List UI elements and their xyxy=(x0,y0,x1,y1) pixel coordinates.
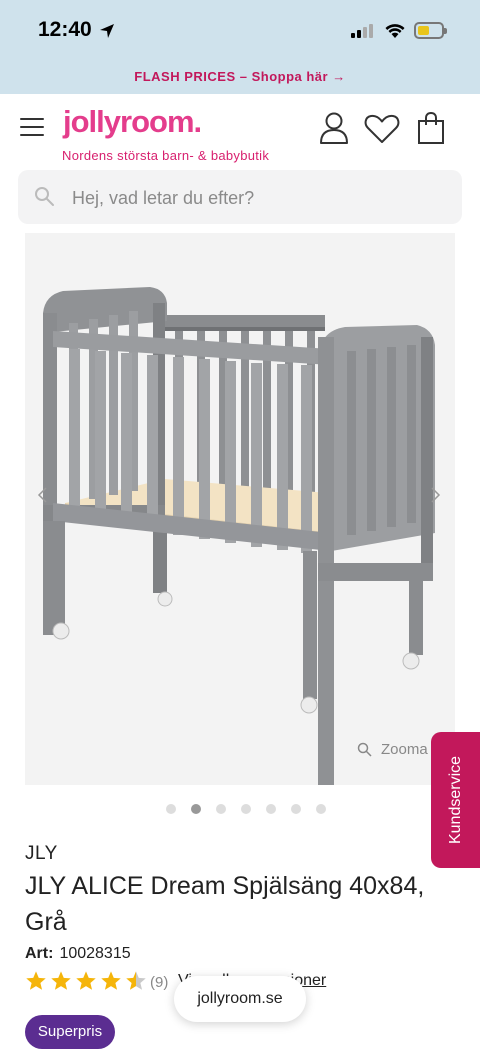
star-half-icon xyxy=(126,971,146,990)
user-account-icon[interactable] xyxy=(319,112,349,144)
zoom-button[interactable]: Zooma xyxy=(357,741,428,758)
zoom-label: Zooma xyxy=(381,741,428,758)
star-full-icon xyxy=(101,971,121,990)
shopping-bag-icon[interactable] xyxy=(417,111,445,145)
pagination-dot[interactable] xyxy=(266,804,276,814)
search-bar[interactable] xyxy=(18,170,462,226)
article-label: Art: xyxy=(25,945,54,962)
search-input[interactable] xyxy=(70,170,454,226)
magnifier-icon xyxy=(357,742,372,757)
pagination-dot[interactable] xyxy=(291,804,301,814)
star-full-icon xyxy=(51,971,71,990)
product-title: JLY ALICE Dream Spjälsäng 40x84, Grå xyxy=(25,872,425,936)
pagination-dot[interactable] xyxy=(316,804,326,814)
pagination-dot[interactable] xyxy=(216,804,226,814)
status-bar: 12:40 xyxy=(0,0,480,58)
star-full-icon xyxy=(76,971,96,990)
promo-banner-link[interactable]: FLASH PRICES – Shoppa här → xyxy=(0,58,480,94)
pagination-dot-active[interactable] xyxy=(191,804,201,814)
heart-wishlist-icon[interactable] xyxy=(364,114,400,144)
article-number: Art: 10028315 xyxy=(25,945,131,963)
search-icon xyxy=(35,187,54,206)
battery-icon xyxy=(414,22,447,39)
chevron-right-icon[interactable] xyxy=(425,485,445,505)
logo[interactable]: jollyroom. xyxy=(63,104,202,140)
article-value: 10028315 xyxy=(59,945,131,962)
star-full-icon xyxy=(26,971,46,990)
product-brand[interactable]: JLY xyxy=(25,843,58,865)
hamburger-menu-icon[interactable] xyxy=(20,118,44,136)
tagline: Nordens största barn- & babybutik xyxy=(62,148,270,163)
chevron-left-icon[interactable] xyxy=(33,485,53,505)
status-time: 12:40 xyxy=(38,18,92,41)
kundservice-label: Kundservice xyxy=(446,755,464,845)
site-header: jollyroom. Nordens största barn- & babyb… xyxy=(0,94,480,170)
signal-icon xyxy=(351,24,373,38)
kundservice-tab[interactable]: Kundservice xyxy=(431,732,480,868)
pagination-dot[interactable] xyxy=(241,804,251,814)
wifi-icon xyxy=(385,24,405,38)
browser-url-pill[interactable]: jollyroom.se xyxy=(174,976,306,1022)
review-count: (9) xyxy=(150,974,169,991)
location-arrow-icon xyxy=(100,24,114,38)
superpris-badge: Superpris xyxy=(25,1015,115,1049)
product-image-crib xyxy=(43,287,435,785)
pagination-dot[interactable] xyxy=(166,804,176,814)
product-gallery[interactable]: Zooma xyxy=(25,233,455,785)
